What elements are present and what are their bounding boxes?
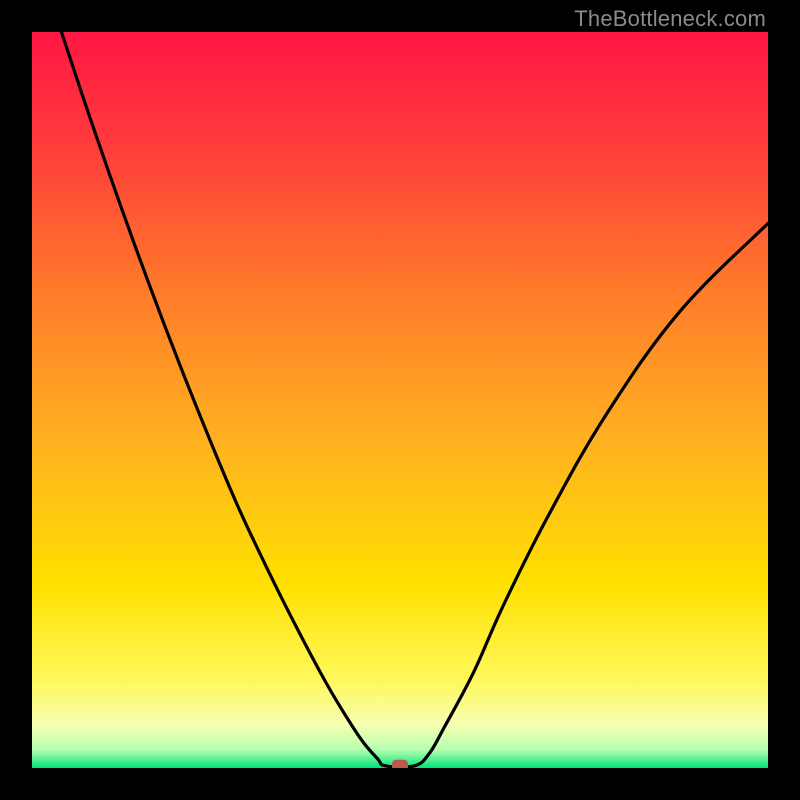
chart-frame <box>32 32 768 768</box>
bottleneck-chart <box>32 32 768 768</box>
watermark-text: TheBottleneck.com <box>574 6 766 32</box>
gradient-background <box>32 32 768 768</box>
minimum-marker <box>392 760 408 768</box>
